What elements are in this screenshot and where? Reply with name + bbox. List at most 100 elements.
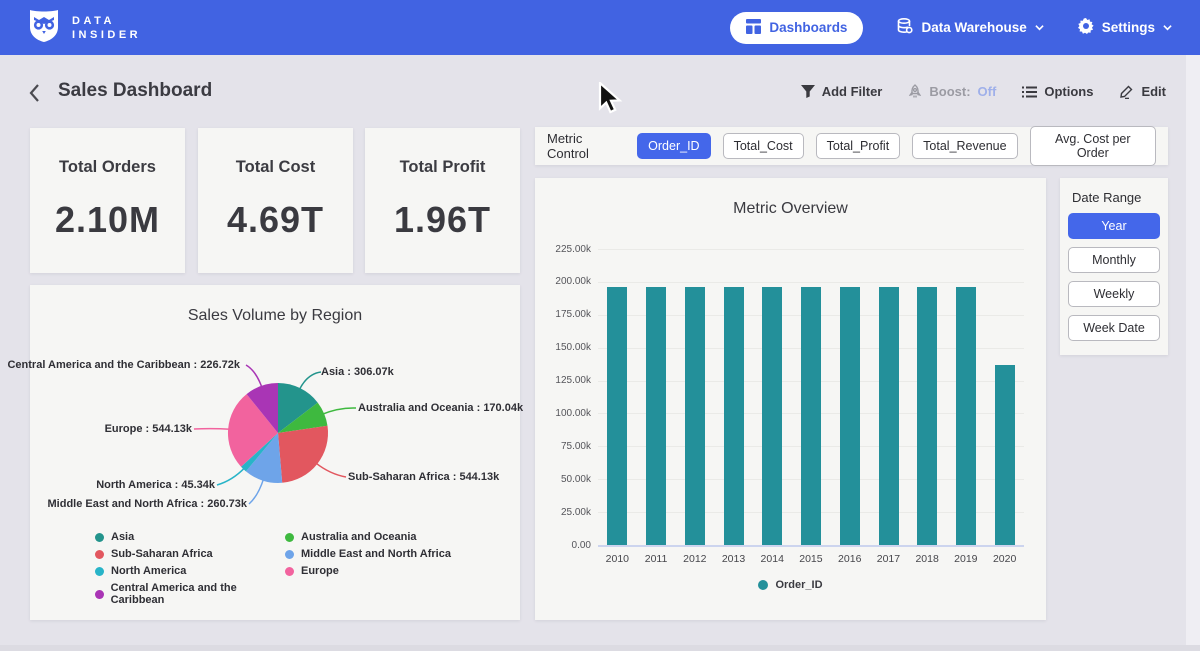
boost-label: Boost: [929,84,970,99]
kpi-card-total-profit: Total Profit 1.96T [365,128,520,273]
options-button[interactable]: Options [1022,84,1093,99]
header-actions: Add Filter Boost: Off Options Edit [801,84,1166,99]
data-warehouse-icon [897,18,913,37]
chevron-down-icon [1163,23,1172,32]
pie-leader-line [322,408,356,414]
bar-2017[interactable] [879,287,899,545]
date-range-weekly[interactable]: Weekly [1068,281,1160,307]
metric-option-total-cost[interactable]: Total_Cost [723,133,804,159]
x-tick-label: 2019 [947,553,986,565]
bar-2018[interactable] [917,287,937,545]
legend-dot-icon [95,567,104,576]
x-tick-label: 2020 [985,553,1024,565]
date-range-year[interactable]: Year [1068,213,1160,239]
kpi-label: Total Cost [236,158,315,177]
kpi-value: 4.69T [227,199,324,241]
pie-leader-line [246,365,262,388]
x-tick-label: 2015 [792,553,831,565]
metric-control-bar: Metric Control Order_ID Total_Cost Total… [535,127,1168,165]
edit-button[interactable]: Edit [1119,84,1166,99]
bar-2014[interactable] [762,287,782,545]
bar-legend-label: Order_ID [775,579,822,591]
nav-settings-button[interactable]: Settings [1078,18,1172,37]
date-range-week-date[interactable]: Week Date [1068,315,1160,341]
x-tick-label: 2011 [637,553,676,565]
pie-callout-sub-saharan-africa: Sub-Saharan Africa : 544.13k [348,471,499,483]
x-tick-label: 2012 [676,553,715,565]
x-tick-label: 2017 [869,553,908,565]
rocket-icon [908,84,922,99]
x-tick-label: 2014 [753,553,792,565]
page-title: Sales Dashboard [58,80,212,102]
pie-callout-mena: Middle East and North Africa : 260.73k [48,498,247,510]
legend-label: North America [111,565,186,577]
pie-slice-2[interactable] [278,426,328,483]
pie-leader-line [316,463,346,477]
dashboards-icon [746,19,761,37]
bar-2020[interactable] [995,365,1015,546]
metric-control-label: Metric Control [547,131,623,161]
x-tick-label: 2018 [908,553,947,565]
metric-option-total-revenue[interactable]: Total_Revenue [912,133,1017,159]
nav-actions: Dashboards Data Warehouse [730,12,1172,44]
boost-state: Off [978,84,997,99]
y-tick-label: 100.00k [535,408,591,419]
nav-data-warehouse-label: Data Warehouse [921,20,1026,35]
y-tick-label: 0.00 [535,540,591,551]
settings-gear-icon [1078,18,1094,37]
legend-label: Europe [301,565,339,577]
y-tick-label: 225.00k [535,244,591,255]
scrollbar-track[interactable] [1186,55,1200,651]
y-tick-label: 200.00k [535,276,591,287]
nav-data-warehouse-button[interactable]: Data Warehouse [897,18,1043,37]
legend-item: Europe [285,565,475,577]
filter-icon [801,85,815,98]
date-range-monthly[interactable]: Monthly [1068,247,1160,273]
sales-dashboard-app: DATA INSIDER Dashboards [0,0,1200,651]
pie-legend: Asia Sub-Saharan Africa North America Ce… [95,531,475,606]
back-button[interactable] [28,83,40,106]
bar-2011[interactable] [646,287,666,545]
add-filter-label: Add Filter [822,84,883,99]
y-tick-label: 50.00k [535,474,591,485]
bar-2019[interactable] [956,287,976,545]
grid-line [598,282,1024,283]
x-tick-label: 2010 [598,553,637,565]
sales-volume-by-region-panel: Sales Volume by Region Asia : 306.07k Au… [30,285,520,620]
add-filter-button[interactable]: Add Filter [801,84,883,99]
pie-callout-australia-oceania: Australia and Oceania : 170.04k [358,402,523,414]
kpi-card-total-orders: Total Orders 2.10M [30,128,185,273]
bar-2013[interactable] [724,287,744,545]
nav-dashboards-button[interactable]: Dashboards [730,12,863,44]
legend-item: Middle East and North Africa [285,548,475,560]
bar-2015[interactable] [801,287,821,545]
pie-leader-line [299,372,321,390]
bar-2012[interactable] [685,287,705,546]
bar-2010[interactable] [607,287,627,545]
metric-option-avg-cost[interactable]: Avg. Cost per Order [1030,126,1156,166]
mouse-cursor-icon [598,82,624,114]
metric-option-order-id[interactable]: Order_ID [637,133,710,159]
x-tick-label: 2016 [830,553,869,565]
pie-callout-asia: Asia : 306.07k [321,366,394,378]
edit-label: Edit [1141,84,1166,99]
legend-dot-order-id-icon [758,580,768,590]
pie-callout-europe: Europe : 544.13k [105,423,192,435]
bar-2016[interactable] [840,287,860,545]
boost-toggle[interactable]: Boost: Off [908,84,996,99]
legend-item: Sub-Saharan Africa [95,548,285,560]
kpi-value: 2.10M [55,199,160,241]
options-list-icon [1022,86,1037,98]
y-tick-label: 25.00k [535,507,591,518]
legend-item: North America [95,565,285,577]
pie-leader-line [249,479,264,504]
owl-logo-icon [28,7,60,48]
metric-option-total-profit[interactable]: Total_Profit [816,133,901,159]
back-chevron-icon [28,83,40,103]
pie-leader-line [194,429,230,430]
brand[interactable]: DATA INSIDER [28,7,141,48]
legend-label: Australia and Oceania [301,531,417,543]
y-tick-label: 175.00k [535,309,591,320]
legend-dot-icon [285,567,294,576]
legend-label: Central America and the Caribbean [111,582,285,606]
